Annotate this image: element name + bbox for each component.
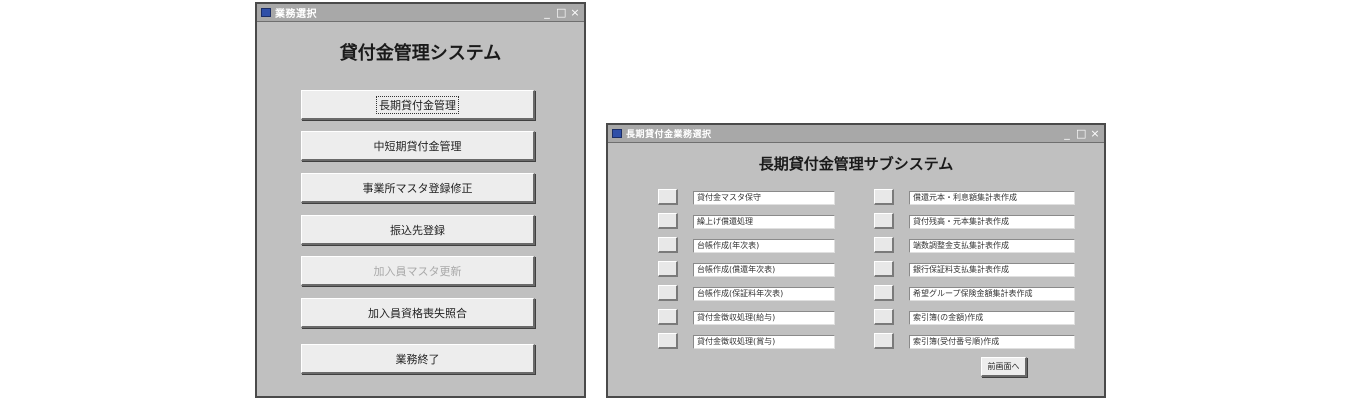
select-button[interactable] xyxy=(658,261,678,277)
select-button[interactable] xyxy=(874,213,894,229)
page-title: 貸付金管理システム xyxy=(339,43,502,64)
button-label: 前画面へ xyxy=(987,362,1020,371)
title-bar[interactable]: 業務選択 _ □ × xyxy=(257,4,584,22)
button-label: 長期貸付金管理 xyxy=(376,95,459,114)
menu-item-label: 索引簿(の金額)作成 xyxy=(909,311,1075,325)
menu-item-label: 索引簿(受付番号順)作成 xyxy=(909,335,1075,349)
menu-item-label: 台帳作成(償還年次表) xyxy=(693,263,835,277)
title-bar[interactable]: 長期貸付金業務選択 _ □ × xyxy=(608,125,1104,143)
select-button[interactable] xyxy=(658,333,678,349)
menu-item-label: 貸付残高・元本集計表作成 xyxy=(909,215,1075,229)
window-icon xyxy=(261,8,271,17)
maximize-icon[interactable]: □ xyxy=(1076,128,1086,139)
window-title: 業務選択 xyxy=(275,9,317,20)
button-label: 中短期貸付金管理 xyxy=(373,139,462,153)
page-title: 長期貸付金管理サブシステム xyxy=(758,155,954,173)
office-master-button[interactable]: 事業所マスタ登録修正 xyxy=(301,173,535,203)
menu-item-label: 希望グループ保険金額集計表作成 xyxy=(909,287,1075,301)
close-icon[interactable]: × xyxy=(570,7,580,18)
menu-item-label: 償還元本・利息額集計表作成 xyxy=(909,191,1075,205)
select-button[interactable] xyxy=(658,309,678,325)
menu-item-label: 銀行保証料支払集計表作成 xyxy=(909,263,1075,277)
transfer-registration-button[interactable]: 振込先登録 xyxy=(301,215,535,245)
back-button[interactable]: 前画面へ xyxy=(981,357,1027,377)
button-label: 業務終了 xyxy=(395,352,440,366)
select-button[interactable] xyxy=(874,261,894,277)
minimize-icon[interactable]: _ xyxy=(542,7,552,18)
select-button[interactable] xyxy=(658,189,678,205)
button-label: 振込先登録 xyxy=(390,223,445,237)
select-button[interactable] xyxy=(658,237,678,253)
select-button[interactable] xyxy=(874,237,894,253)
menu-item-label: 繰上げ償還処理 xyxy=(693,215,835,229)
menu-item-label: 貸付金徴収処理(給与) xyxy=(693,311,835,325)
close-icon[interactable]: × xyxy=(1090,128,1100,139)
menu-item-label: 貸付金徴収処理(賞与) xyxy=(693,335,835,349)
select-button[interactable] xyxy=(874,333,894,349)
menu-item-label: 台帳作成(年次表) xyxy=(693,239,835,253)
button-label: 加入員資格喪失照合 xyxy=(368,306,467,320)
menu-item-label: 貸付金マスタ保守 xyxy=(693,191,835,205)
member-qualification-button[interactable]: 加入員資格喪失照合 xyxy=(301,298,535,328)
short-term-loan-button[interactable]: 中短期貸付金管理 xyxy=(301,131,535,161)
menu-item-label: 端数調整金支払集計表作成 xyxy=(909,239,1075,253)
select-button[interactable] xyxy=(658,285,678,301)
main-menu-window: 業務選択 _ □ × 貸付金管理システム 長期貸付金管理 中短期貸付金管理 事業… xyxy=(255,2,586,398)
select-button[interactable] xyxy=(874,309,894,325)
button-label: 加入員マスタ更新 xyxy=(373,264,462,278)
window-icon xyxy=(612,129,622,138)
member-master-update-button: 加入員マスタ更新 xyxy=(301,256,535,286)
select-button[interactable] xyxy=(874,285,894,301)
exit-button[interactable]: 業務終了 xyxy=(301,344,535,374)
select-button[interactable] xyxy=(658,213,678,229)
menu-item-label: 台帳作成(保証料年次表) xyxy=(693,287,835,301)
long-term-loan-button[interactable]: 長期貸付金管理 xyxy=(301,90,535,120)
window-title: 長期貸付金業務選択 xyxy=(626,130,712,140)
select-button[interactable] xyxy=(874,189,894,205)
long-term-subsystem-window: 長期貸付金業務選択 _ □ × 長期貸付金管理サブシステム 貸付金マスタ保守 繰… xyxy=(606,123,1106,398)
maximize-icon[interactable]: □ xyxy=(556,7,566,18)
minimize-icon[interactable]: _ xyxy=(1062,128,1072,139)
button-label: 事業所マスタ登録修正 xyxy=(362,181,473,195)
